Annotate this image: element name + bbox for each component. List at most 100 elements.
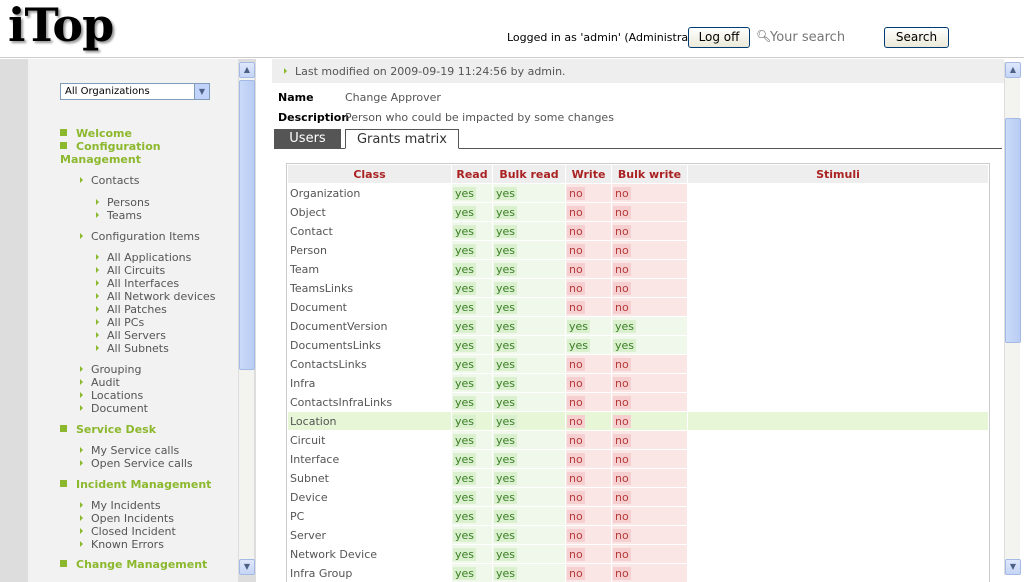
menu-item[interactable]: All Servers [96,329,166,342]
grant-value: yes [494,300,518,314]
grant-value: yes [453,566,477,580]
grant-cell: yes [452,507,492,525]
table-row: Subnet yes yes no no [288,469,988,487]
arrow-right-icon [80,528,83,534]
menu-item[interactable]: Document [80,402,148,415]
menu-item[interactable]: Contacts [80,174,140,187]
menu-scroll-thumb[interactable] [239,80,255,370]
bullet-square-icon [60,425,67,432]
table-row: Organization yes yes no no [288,184,988,202]
menu-scrollbar[interactable]: ▲ ▼ [238,62,255,575]
column-header[interactable]: Read [452,165,492,183]
tab-users[interactable]: Users [274,129,341,149]
stimuli-cell [688,241,988,259]
grant-cell: no [612,488,687,506]
grant-value: no [567,490,585,504]
menu-item[interactable]: All Circuits [96,264,165,277]
menu-item[interactable]: All Interfaces [96,277,179,290]
arrow-right-icon [80,392,83,398]
grant-cell: no [566,260,611,278]
menu-item-label: All Circuits [107,264,166,277]
grant-value: yes [494,452,518,466]
menu-item[interactable]: Configuration Items [80,230,200,243]
grant-value: yes [613,319,637,333]
menu-item[interactable]: All Subnets [96,342,169,355]
menu-item-label: Change Management [76,558,208,571]
menu-item-label: Welcome [76,127,132,140]
menu-heading[interactable]: Welcome [60,127,132,140]
menu-item[interactable]: Grouping [80,363,142,376]
menu-item[interactable]: Locations [80,389,143,402]
grant-cell: no [566,450,611,468]
menu-item[interactable]: My Service calls [80,444,179,457]
grant-cell: yes [493,488,565,506]
grant-value: yes [567,319,591,333]
class-cell: Server [290,528,327,542]
menu-item[interactable]: All PCs [96,316,144,329]
grant-cell: no [612,526,687,544]
scroll-up-icon[interactable]: ▲ [239,62,255,78]
menu-item[interactable]: Known Errors [80,538,164,551]
last-modified-bar[interactable]: Last modified on 2009-09-19 11:24:56 by … [272,59,1004,83]
itop-logo[interactable]: iTop [8,0,114,52]
grant-value: no [613,376,631,390]
menu-heading[interactable]: Service Desk [60,423,156,436]
tab-grants-matrix[interactable]: Grants matrix [345,129,459,149]
grant-cell: yes [493,374,565,392]
menu-item[interactable]: Open Service calls [80,457,193,470]
menu-item[interactable]: Open Incidents [80,512,174,525]
scroll-down-icon[interactable]: ▼ [1005,559,1021,575]
scroll-down-icon[interactable]: ▼ [239,559,255,575]
menu-item[interactable]: Persons [96,196,150,209]
menu-item[interactable]: All Patches [96,303,167,316]
class-cell: Contact [290,224,333,238]
grant-cell: yes [493,260,565,278]
grant-value: yes [494,281,518,295]
grant-value: no [567,262,585,276]
grant-cell: yes [493,545,565,563]
menu-item-label: Contacts [91,174,140,187]
menu-item[interactable]: All Network devices [96,290,215,303]
logoff-button[interactable]: Log off [688,27,750,48]
grant-cell: yes [452,298,492,316]
arrow-right-icon [96,345,99,351]
grant-cell: yes [452,374,492,392]
grant-value: yes [494,262,518,276]
menu-item[interactable]: Audit [80,376,120,389]
grant-cell: yes [452,336,492,354]
grant-cell: no [566,431,611,449]
menu-heading[interactable]: Change Management [60,558,207,571]
grant-cell: yes [566,317,611,335]
grant-value: no [613,547,631,561]
grant-value: yes [494,566,518,580]
scroll-up-icon[interactable]: ▲ [1005,62,1021,78]
menu-item[interactable]: My Incidents [80,499,161,512]
arrow-right-icon [80,502,83,508]
organization-select[interactable]: All Organizations ▼ [60,83,210,100]
menu-heading[interactable]: Configuration Management [60,140,180,166]
search-button[interactable]: Search [884,27,949,48]
menu-item[interactable]: Teams [96,209,142,222]
menu-heading[interactable]: Incident Management [60,478,211,491]
grant-value: yes [453,357,477,371]
grant-cell: yes [452,488,492,506]
main-pane: Last modified on 2009-09-19 11:24:56 by … [272,59,1004,582]
grant-cell: no [566,412,611,430]
grant-cell: yes [493,222,565,240]
column-header[interactable]: Write [566,165,611,183]
table-row: Location yes yes no no [288,412,988,430]
class-cell: Infra [290,376,316,390]
column-header[interactable]: Class [288,165,451,183]
grant-value: yes [494,319,518,333]
main-scroll-thumb[interactable] [1005,118,1021,343]
column-header[interactable]: Bulk read [493,165,565,183]
menu-item[interactable]: Closed Incident [80,525,176,538]
grant-value: yes [453,319,477,333]
menu-item[interactable]: All Applications [96,251,191,264]
grant-value: yes [453,509,477,523]
column-header[interactable]: Bulk write [612,165,687,183]
column-header[interactable]: Stimuli [688,165,988,183]
chevron-down-icon[interactable]: ▼ [194,84,209,99]
main-scrollbar[interactable]: ▲ ▼ [1004,62,1021,575]
search-input[interactable] [770,28,880,47]
